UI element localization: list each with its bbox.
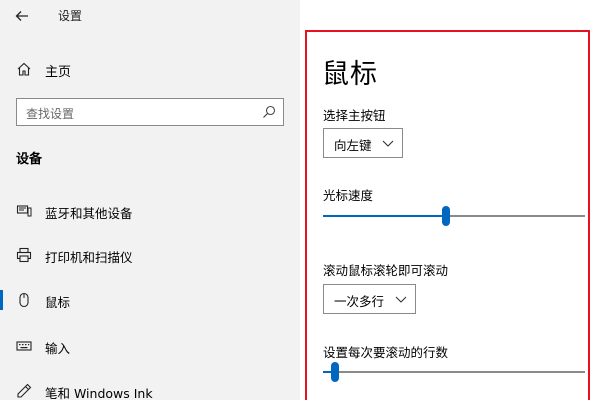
sidebar-item-label: 打印机和扫描仪 xyxy=(45,250,133,265)
sidebar-item-mouse[interactable]: 鼠标 xyxy=(0,285,300,315)
search-icon xyxy=(263,105,276,118)
arrow-left-icon xyxy=(15,11,28,21)
slider-thumb[interactable] xyxy=(442,206,450,226)
page-title: 鼠标 xyxy=(322,59,378,90)
search-placeholder: 查找设置 xyxy=(26,107,75,121)
mouse-icon xyxy=(19,292,29,308)
home-icon xyxy=(17,62,31,76)
scroll-mode-dropdown[interactable]: 一次多行 xyxy=(323,284,416,314)
search-input[interactable]: 查找设置 xyxy=(16,98,284,126)
slider-track xyxy=(450,215,585,217)
keyboard-icon xyxy=(16,341,32,351)
chevron-down-icon xyxy=(382,140,394,147)
scroll-mode-label: 滚动鼠标滚轮即可滚动 xyxy=(323,263,449,278)
slider-track-fill xyxy=(323,215,442,217)
dropdown-value: 一次多行 xyxy=(334,294,385,309)
primary-button-label: 选择主按钮 xyxy=(323,108,386,123)
app-title: 设置 xyxy=(58,9,83,23)
nav-home-label: 主页 xyxy=(45,65,72,80)
primary-button-dropdown[interactable]: 向左键 xyxy=(323,128,403,158)
lines-per-scroll-slider[interactable] xyxy=(323,360,585,384)
slider-track-fill xyxy=(323,371,331,373)
sidebar-item-label: 鼠标 xyxy=(45,295,71,310)
sidebar: 设置 主页 查找设置 设备 蓝牙和其他设备 打印机和扫描仪 鼠标 输入 笔和 W… xyxy=(0,0,300,400)
sidebar-item-label: 蓝牙和其他设备 xyxy=(45,206,133,221)
sidebar-item-pen[interactable]: 笔和 Windows Ink xyxy=(0,376,300,400)
back-button[interactable] xyxy=(10,6,34,26)
sidebar-item-printers[interactable]: 打印机和扫描仪 xyxy=(0,240,300,270)
lines-per-scroll-label: 设置每次要滚动的行数 xyxy=(323,345,449,360)
sidebar-item-bluetooth[interactable]: 蓝牙和其他设备 xyxy=(0,196,300,226)
slider-thumb[interactable] xyxy=(331,362,339,382)
chevron-down-icon xyxy=(395,296,407,303)
sidebar-item-label: 笔和 Windows Ink xyxy=(45,386,153,400)
printer-icon xyxy=(16,247,32,263)
cursor-speed-slider[interactable] xyxy=(323,204,585,228)
sidebar-item-input[interactable]: 输入 xyxy=(0,331,300,361)
selection-indicator xyxy=(0,290,3,310)
dropdown-value: 向左键 xyxy=(334,138,372,153)
sidebar-item-label: 输入 xyxy=(45,341,71,356)
title-bar: 设置 xyxy=(0,0,300,32)
bluetooth-devices-icon xyxy=(16,205,32,217)
slider-track xyxy=(339,371,585,373)
cursor-speed-label: 光标速度 xyxy=(323,188,374,203)
section-title: 设备 xyxy=(16,152,43,167)
nav-home[interactable]: 主页 xyxy=(0,56,300,84)
pen-icon xyxy=(17,383,32,398)
